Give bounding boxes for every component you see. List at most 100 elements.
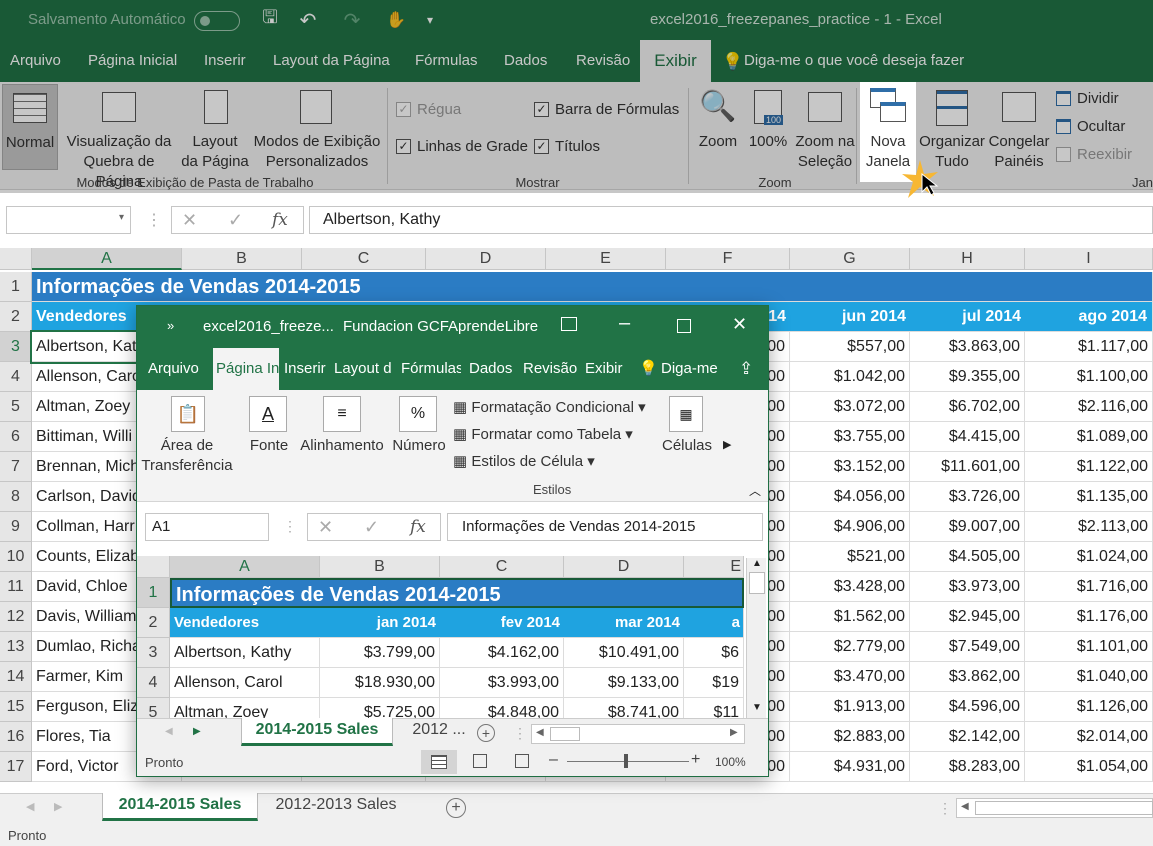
row-header[interactable]: 6 <box>0 422 32 452</box>
tab-layout[interactable]: Layout da Página <box>273 40 390 82</box>
ribbon-display-icon[interactable] <box>561 317 577 331</box>
name-box[interactable]: ▾ <box>6 206 131 234</box>
win-data-cell[interactable]: $3.993,00 <box>440 668 564 698</box>
data-cell[interactable]: $6.702,00 <box>910 392 1025 422</box>
drag-handle-icon[interactable]: ⋮ <box>283 518 297 535</box>
data-cell[interactable]: $2.883,00 <box>790 722 910 752</box>
data-cell[interactable]: $1.176,00 <box>1025 602 1153 632</box>
data-cell[interactable]: $2.113,00 <box>1025 512 1153 542</box>
insert-function-icon[interactable]: fx <box>410 517 426 537</box>
freeze-panes-button[interactable]: Congelar Painéis <box>986 84 1052 170</box>
column-header[interactable]: H <box>910 248 1025 270</box>
win-tab-inserir[interactable]: Inserir <box>284 348 326 390</box>
row-header[interactable]: 3 <box>0 332 32 362</box>
column-header[interactable]: C <box>302 248 426 270</box>
gridlines-checkbox[interactable]: ✓ Linhas de Grade <box>396 138 528 155</box>
win-horizontal-scrollbar[interactable]: ◀ ▶ <box>531 724 745 744</box>
scroll-right-icon[interactable]: ▶ <box>54 800 62 813</box>
data-cell[interactable]: $1.040,00 <box>1025 662 1153 692</box>
row-header[interactable]: 4 <box>0 362 32 392</box>
insert-function-icon[interactable]: fx <box>272 210 288 230</box>
row-header[interactable]: 17 <box>0 752 32 782</box>
column-header[interactable]: B <box>320 556 440 578</box>
column-header[interactable]: G <box>790 248 910 270</box>
tab-formulas[interactable]: Fórmulas <box>415 40 478 82</box>
data-cell[interactable]: $1.101,00 <box>1025 632 1153 662</box>
column-header[interactable]: D <box>426 248 546 270</box>
column-header[interactable]: I <box>1025 248 1153 270</box>
enter-icon[interactable]: ✓ <box>364 517 379 538</box>
row-header[interactable]: 1 <box>0 272 32 302</box>
win-sheet-tab[interactable]: 2012 ... <box>399 719 479 745</box>
data-cell[interactable]: $4.596,00 <box>910 692 1025 722</box>
scrollbar-thumb[interactable] <box>550 727 580 741</box>
data-cell[interactable]: $1.562,00 <box>790 602 910 632</box>
column-header[interactable]: E <box>546 248 666 270</box>
tell-me-input[interactable]: Diga-me o que você deseja fazer <box>744 40 964 82</box>
window-title-bar[interactable]: » excel2016_freeze... Fundacion GCFApren… <box>137 306 768 348</box>
win-tab-arquivo[interactable]: Arquivo <box>148 348 199 390</box>
win-grid[interactable]: A B C D E 1 2 3 4 5 Informações de Venda… <box>137 552 768 718</box>
row-header[interactable]: 9 <box>0 512 32 542</box>
win-tab-dados[interactable]: Dados <box>469 348 512 390</box>
data-cell[interactable]: $3.152,00 <box>790 452 910 482</box>
row-header[interactable]: 12 <box>0 602 32 632</box>
data-cell[interactable]: $1.122,00 <box>1025 452 1153 482</box>
scroll-down-icon[interactable]: ▼ <box>752 702 762 713</box>
win-formula-input[interactable]: Informações de Vendas 2014-2015 <box>447 513 763 541</box>
scroll-left-icon[interactable]: ◀ <box>536 727 544 738</box>
data-cell[interactable]: $3.973,00 <box>910 572 1025 602</box>
data-cell[interactable]: $1.024,00 <box>1025 542 1153 572</box>
scrollbar-thumb[interactable] <box>975 801 1153 815</box>
undo-icon[interactable]: ↶ <box>296 8 320 32</box>
row-header[interactable]: 3 <box>137 638 170 668</box>
scroll-left-icon[interactable]: ◀ <box>961 801 969 812</box>
save-icon[interactable]: 🖫 <box>258 7 282 32</box>
clipboard-button[interactable]: 📋 Área de Transferência <box>137 390 237 486</box>
page-layout-view-button[interactable]: Layout da Página <box>180 84 250 170</box>
data-cell[interactable]: $8.283,00 <box>910 752 1025 782</box>
zoom-level[interactable]: 100% <box>715 755 746 769</box>
sheet-tab-active[interactable]: 2014-2015 Sales <box>102 793 258 821</box>
win-header-cell[interactable]: mar 2014 <box>564 608 684 638</box>
win-data-cell[interactable]: $19 <box>684 668 744 698</box>
cells-button[interactable]: ▦ Células <box>659 390 715 486</box>
win-data-cell[interactable]: $5.725,00 <box>320 698 440 718</box>
data-cell[interactable]: $2.014,00 <box>1025 722 1153 752</box>
win-data-cell[interactable]: $4.162,00 <box>440 638 564 668</box>
win-tab-formulas[interactable]: Fórmulas <box>401 348 461 390</box>
row-header[interactable]: 13 <box>0 632 32 662</box>
tab-exibir[interactable]: Exibir <box>640 40 711 82</box>
win-data-cell[interactable]: Allenson, Carol <box>170 668 320 698</box>
row-header[interactable]: 11 <box>0 572 32 602</box>
share-icon[interactable]: ⇪ <box>739 348 753 390</box>
tab-revisao[interactable]: Revisão <box>576 40 630 82</box>
minimize-icon[interactable]: – <box>619 312 630 335</box>
column-header[interactable]: B <box>182 248 302 270</box>
data-cell[interactable]: $1.054,00 <box>1025 752 1153 782</box>
data-cell[interactable]: $3.863,00 <box>910 332 1025 362</box>
win-title-cell[interactable]: Informações de Vendas 2014-2015 <box>170 578 744 608</box>
data-cell[interactable]: $2.779,00 <box>790 632 910 662</box>
header-cell[interactable]: ago 2014 <box>1025 302 1153 332</box>
tab-dados[interactable]: Dados <box>504 40 547 82</box>
win-data-cell[interactable]: $4.848,00 <box>440 698 564 718</box>
win-data-cell[interactable]: $8.741,00 <box>564 698 684 718</box>
data-cell[interactable]: $1.100,00 <box>1025 362 1153 392</box>
zoom-slider[interactable] <box>567 754 689 768</box>
data-cell[interactable]: $2.945,00 <box>910 602 1025 632</box>
win-header-cell[interactable]: Vendedores <box>170 608 320 638</box>
split-button[interactable]: Dividir <box>1056 90 1119 107</box>
win-tab-layout[interactable]: Layout d <box>334 348 394 390</box>
data-cell[interactable]: $1.135,00 <box>1025 482 1153 512</box>
column-header[interactable]: A <box>32 248 182 270</box>
scroll-right-icon[interactable]: ▶ <box>730 727 738 738</box>
drag-handle-icon[interactable]: ⋮ <box>513 725 527 742</box>
cancel-icon[interactable]: ✕ <box>318 517 333 538</box>
row-header[interactable]: 5 <box>137 698 170 718</box>
row-header[interactable]: 14 <box>0 662 32 692</box>
horizontal-scrollbar[interactable]: ◀ <box>956 798 1153 818</box>
zoom-100-button[interactable]: 100 100% <box>746 84 790 170</box>
select-all-corner[interactable] <box>137 556 170 578</box>
win-data-cell[interactable]: $6 <box>684 638 744 668</box>
